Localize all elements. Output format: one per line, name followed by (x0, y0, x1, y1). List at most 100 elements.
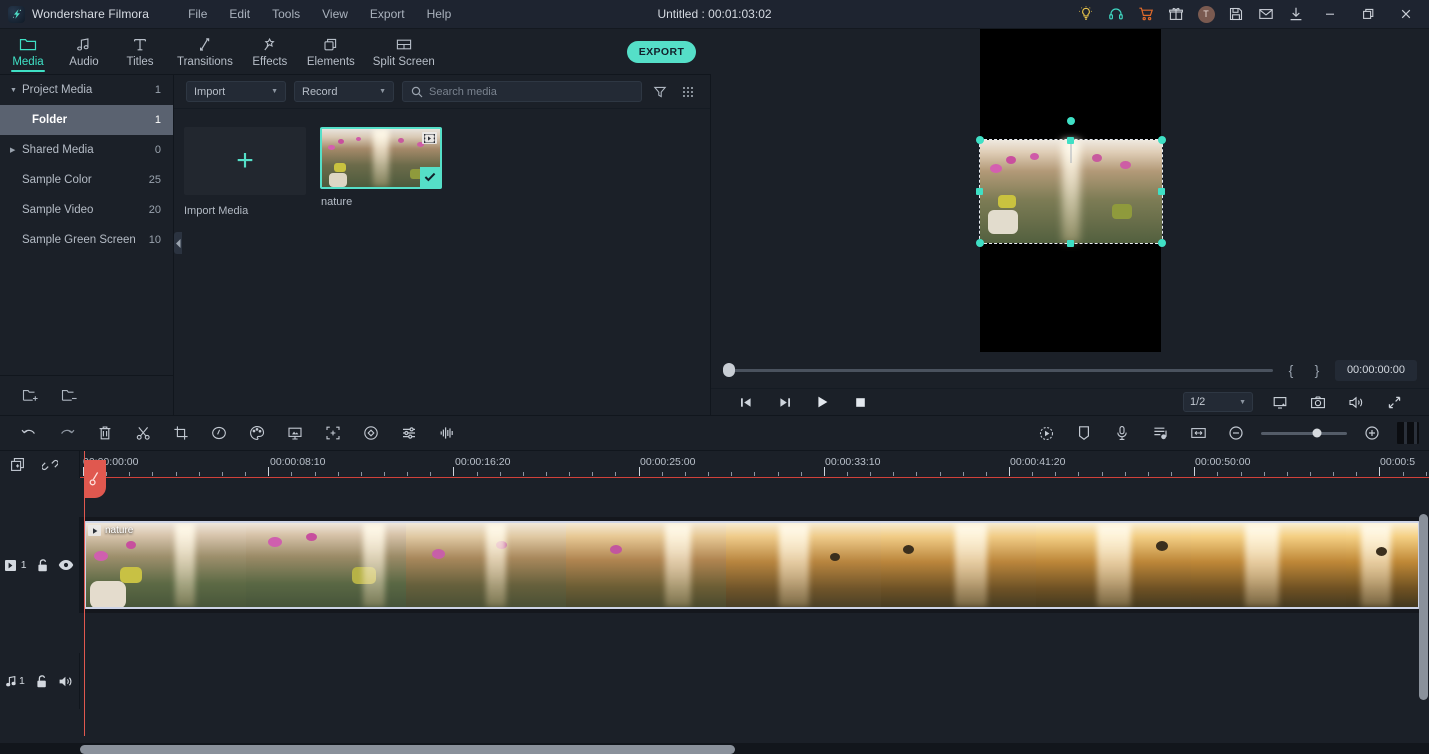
zoom-in-button[interactable] (1353, 415, 1391, 451)
close-button[interactable] (1387, 0, 1425, 29)
gift-icon[interactable] (1161, 0, 1191, 29)
import-dropdown[interactable]: Import ▼ (186, 81, 286, 102)
scrubber-knob[interactable] (723, 363, 735, 377)
sidebar-item-folder[interactable]: Folder 1 (0, 105, 173, 135)
undo-button[interactable] (10, 415, 48, 451)
sidebar-item-sample-green-screen[interactable]: Sample Green Screen 10 (0, 225, 173, 255)
resize-handle-top-left[interactable] (976, 136, 984, 144)
keyframe-button[interactable] (352, 415, 390, 451)
zoom-out-button[interactable] (1217, 415, 1255, 451)
media-item-nature[interactable]: nature (320, 127, 442, 217)
redo-button[interactable] (48, 415, 86, 451)
search-input[interactable] (429, 85, 633, 98)
menu-file[interactable]: File (177, 4, 218, 24)
collapse-panel-arrow[interactable] (174, 232, 182, 254)
maximize-button[interactable] (1349, 0, 1387, 29)
grid-view-icon[interactable] (678, 81, 698, 102)
zoom-slider[interactable] (1261, 428, 1347, 438)
auto-reframe-button[interactable] (1027, 415, 1065, 451)
new-folder-icon[interactable] (22, 388, 39, 403)
tab-audio[interactable]: Audio (56, 29, 112, 75)
record-dropdown[interactable]: Record ▼ (294, 81, 394, 102)
video-track-visibility-icon[interactable] (58, 559, 74, 571)
resize-handle-top-center[interactable] (1067, 137, 1074, 144)
import-media-tile[interactable]: + (184, 127, 306, 195)
mark-in-button[interactable]: { (1283, 362, 1299, 378)
tab-transitions[interactable]: Transitions (168, 29, 242, 75)
marker-button[interactable] (1065, 415, 1103, 451)
voiceover-mic-button[interactable] (1103, 415, 1141, 451)
resize-handle-mid-left[interactable] (976, 188, 983, 195)
add-track-icon[interactable] (10, 457, 26, 473)
sidebar-item-sample-video[interactable]: Sample Video 20 (0, 195, 173, 225)
crop-button[interactable] (162, 415, 200, 451)
menu-export[interactable]: Export (359, 4, 416, 24)
cart-icon[interactable] (1131, 0, 1161, 29)
filter-icon[interactable] (650, 81, 670, 102)
menu-tools[interactable]: Tools (261, 4, 311, 24)
split-scissors-button[interactable] (124, 415, 162, 451)
audio-track-mute-icon[interactable] (58, 675, 74, 688)
stop-button[interactable] (841, 389, 879, 415)
resize-handle-bottom-center[interactable] (1067, 240, 1074, 247)
tab-titles[interactable]: Titles (112, 29, 168, 75)
headset-icon[interactable] (1101, 0, 1131, 29)
timeline-ruler[interactable]: 00:00:00:00 00:00:08:10 00:00:16:20 00:0… (80, 451, 1429, 478)
sidebar-item-sample-color[interactable]: Sample Color 25 (0, 165, 173, 195)
playback-quality-dropdown[interactable]: 1/2 ▼ (1183, 392, 1253, 412)
sidebar-item-shared-media[interactable]: ▶ Shared Media 0 (0, 135, 173, 165)
timeline-vertical-scrollbar[interactable] (1419, 514, 1428, 700)
menu-edit[interactable]: Edit (218, 4, 261, 24)
play-button[interactable] (803, 389, 841, 415)
menu-view[interactable]: View (311, 4, 359, 24)
audio-track-lane[interactable] (80, 653, 1420, 709)
mail-icon[interactable] (1251, 0, 1281, 29)
lightbulb-icon[interactable] (1071, 0, 1101, 29)
delete-folder-icon[interactable] (61, 388, 78, 403)
user-avatar[interactable]: T (1191, 0, 1221, 29)
fit-timeline-button[interactable] (1179, 415, 1217, 451)
preview-scrubber[interactable] (723, 363, 1273, 377)
media-thumbnail[interactable] (320, 127, 442, 189)
minimize-button[interactable] (1311, 0, 1349, 29)
sidebar-item-project-media[interactable]: ▼ Project Media 1 (0, 75, 173, 105)
speed-button[interactable] (200, 415, 238, 451)
prev-frame-button[interactable] (727, 389, 765, 415)
audio-waveform-button[interactable] (428, 415, 466, 451)
auto-enhance-button[interactable] (314, 415, 352, 451)
audio-mixer-button[interactable] (1141, 415, 1179, 451)
playhead-handle[interactable] (84, 460, 106, 498)
zoom-slider-knob[interactable] (1312, 428, 1322, 438)
resize-handle-bottom-left[interactable] (976, 239, 984, 247)
resize-handle-mid-right[interactable] (1158, 188, 1165, 195)
render-preview-button[interactable] (1397, 422, 1419, 444)
download-icon[interactable] (1281, 0, 1311, 29)
tab-media[interactable]: Media (0, 29, 56, 75)
expand-icon[interactable] (1375, 389, 1413, 415)
adjust-sliders-button[interactable] (390, 415, 428, 451)
tab-effects[interactable]: Effects (242, 29, 298, 75)
preview-timecode[interactable]: 00:00:00:00 (1335, 359, 1417, 381)
search-media-box[interactable] (402, 81, 642, 102)
color-palette-button[interactable] (238, 415, 276, 451)
link-clips-icon[interactable] (42, 457, 58, 473)
volume-icon[interactable] (1337, 389, 1375, 415)
rotate-handle[interactable] (1067, 117, 1075, 125)
fullscreen-monitor-icon[interactable] (1261, 389, 1299, 415)
delete-button[interactable] (86, 415, 124, 451)
snapshot-camera-icon[interactable] (1299, 389, 1337, 415)
mark-out-button[interactable]: } (1309, 362, 1325, 378)
green-screen-button[interactable] (276, 415, 314, 451)
save-icon[interactable] (1221, 0, 1251, 29)
export-button[interactable]: EXPORT (627, 41, 696, 63)
next-frame-button[interactable] (765, 389, 803, 415)
video-track-lane[interactable]: nature (80, 517, 1420, 613)
resize-handle-bottom-right[interactable] (1158, 239, 1166, 247)
timeline-horizontal-scrollbar[interactable] (80, 745, 735, 754)
tab-elements[interactable]: Elements (298, 29, 364, 75)
audio-track-lock-icon[interactable] (35, 674, 48, 689)
preview-canvas[interactable] (711, 29, 1429, 352)
timeline-clip-nature[interactable]: nature (84, 521, 1420, 609)
menu-help[interactable]: Help (416, 4, 463, 24)
video-track-lock-icon[interactable] (36, 558, 49, 573)
